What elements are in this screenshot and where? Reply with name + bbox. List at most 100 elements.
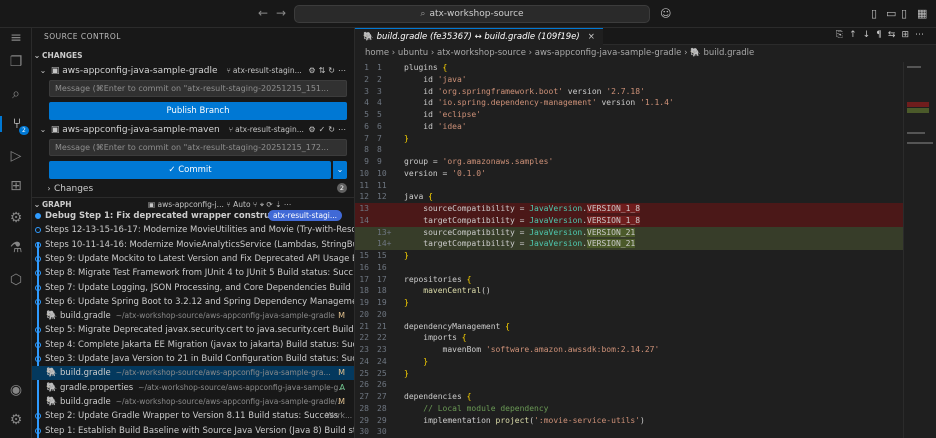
diff-added-line[interactable]: 13+ sourceCompatibility = JavaVersion.VE… [355,226,903,239]
explorer-icon[interactable]: ❐ [0,54,32,70]
customize-layout-icon[interactable]: ▦ [917,7,927,20]
code-line[interactable]: 7 7} [355,133,903,145]
breadcrumb-item[interactable]: build.gradle [704,48,755,58]
settings-gear-icon[interactable]: ⚙ [0,412,32,428]
line-number-modified: 27 [377,392,387,401]
forward-icon[interactable]: → [276,6,286,20]
menu-icon[interactable]: ≡ [0,30,32,46]
code-line[interactable]: 66 id 'idea' [355,121,903,133]
code-line[interactable]: 30 30 [355,426,903,438]
code-line[interactable]: 88 [355,144,903,156]
code-line[interactable]: 33 id 'org.springframework.boot' version… [355,86,903,98]
back-icon[interactable]: ← [258,6,268,20]
graph-file-row[interactable]: 🐘 build.gradle ~/atx-workshop-source/aws-a… [32,309,354,323]
search-icon[interactable]: ⌕ [0,86,32,102]
commit-message-input[interactable]: Message (⌘Enter to commit on "atx-result… [49,139,347,156]
breadcrumb-item[interactable]: home [365,48,389,58]
copilot-icon[interactable]: ☺ [660,7,671,20]
code-line[interactable]: 18 18 mavenCentral() [355,285,903,297]
diff-added-line[interactable]: 14+ targetCompatibility = JavaVersion.VE… [355,238,903,250]
code-line[interactable]: 22 id 'java' [355,74,903,86]
publish-branch-button[interactable]: Publish Branch [49,102,347,120]
minimap[interactable] [903,62,936,438]
graph-auto-label[interactable]: Auto [233,200,250,209]
branch-ref-badge[interactable]: atx-result-stagi... [268,210,343,221]
commit-button[interactable]: ✓ Commit [49,161,331,179]
graph-commit-row[interactable]: Step 6: Update Spring Boot to 3.2.12 and… [32,295,354,309]
command-center-search[interactable]: ⌕ atx-workshop-source [294,5,650,23]
tab-build-gradle-diff[interactable]: 🐘 build.gradle (fe35367) ↔ build.gradle (… [355,28,603,45]
breadcrumb-item[interactable]: atx-workshop-source [437,48,526,58]
repo-actions[interactable]: ⚙⇅↻⋯ [308,64,349,77]
graph-file-row[interactable]: 🐘 gradle.properties ~/atx-workshop-source/… [32,381,354,395]
branch-name[interactable]: atx-result-stagin... [233,66,302,75]
commit-dropdown-icon[interactable]: ⌄ [332,161,347,179]
code-line[interactable]: 24 24 } [355,356,903,368]
file-path: ~/atx-workshop-source/aws-appconfig-java… [138,382,346,392]
toggle-primary-sidebar-icon[interactable]: ▯ [871,7,877,20]
extensions-icon[interactable]: ⊞ [0,178,32,194]
graph-repo-filter[interactable]: aws-appconfig-j... [157,200,223,209]
toggle-secondary-sidebar-icon[interactable]: ▯ [901,7,907,20]
code-line[interactable]: 27 27 dependencies { [355,391,903,403]
code-line[interactable]: 19 19} [355,297,903,309]
code-line[interactable]: 11 11 [355,180,903,192]
graph-commit-row[interactable]: Step 7: Update Logging, JSON Processing,… [32,281,354,295]
diff-deleted-line[interactable]: 13 sourceCompatibility = JavaVersion.VER… [355,203,903,215]
graph-commit-row[interactable]: Steps 12-13-15-16-17: Modernize MovieUti… [32,223,354,237]
graph-commit-row[interactable]: Step 4: Complete Jakarta EE Migration (j… [32,338,354,352]
source-control-icon[interactable]: ⑂ 2 [0,116,32,135]
code-line[interactable]: 16 16 [355,262,903,274]
graph-file-row[interactable]: 🐘 build.gradle ~/atx-workshop-source/aws-a… [32,395,354,409]
repo-row-gradle[interactable]: ⌄ ▣ aws-appconfig-java-sample-gradle ⑂ at… [32,64,354,77]
repo-row-maven[interactable]: ⌄ ▣ aws-appconfig-java-sample-maven ⑂ atx… [32,123,354,136]
chevron-right-icon: › [47,184,51,193]
breadcrumb-item[interactable]: aws-appconfig-java-sample-gradle [535,48,682,58]
code-line[interactable]: 21 21 dependencyManagement { [355,321,903,333]
breadcrumb-item[interactable]: ubuntu [398,48,428,58]
code-line[interactable]: 9 9 group = 'org.amazonaws.samples' [355,156,903,168]
graph-commit-row[interactable]: Step 2: Update Gradle Wrapper to Version… [32,409,354,423]
code-line[interactable]: 1 1 plugins { [355,62,903,74]
code-line[interactable]: 25 25} [355,368,903,380]
code-line[interactable]: 20 20 [355,309,903,321]
code-line[interactable]: 17 17 repositories { [355,274,903,286]
graph-commit-row[interactable]: Step 9: Update Mockito to Latest Version… [32,252,354,266]
code-area[interactable]: 1 1 plugins {2 2 id 'java' 3 3 id 'org.spring… [355,62,903,438]
changes-section-header[interactable]: ⌄ CHANGES [32,49,354,62]
remote-icon[interactable]: ⚙ [0,210,32,226]
diff-deleted-line[interactable]: 14 targetCompatibility = JavaVersion.VER… [355,214,903,227]
close-icon[interactable]: × [588,32,595,42]
graph-commit-row[interactable]: Step 5: Migrate Deprecated javax.securit… [32,323,354,337]
toggle-panel-icon[interactable]: ▭ [886,7,896,20]
code-line[interactable]: 12 12 java { [355,191,903,203]
graph-commit-row[interactable]: Step 8: Migrate Test Framework from JUni… [32,266,354,280]
testing-icon[interactable]: ⚗ [0,240,32,256]
code-line[interactable]: 55 id 'eclipse' [355,109,903,121]
code-line[interactable]: 28 28 // Local module dependency [355,403,903,415]
graph-file-row[interactable]: 🐘 build.gradle ~/atx-workshop-source/aws-a… [32,366,354,381]
code-line[interactable]: 23 23 mavenBom 'software.amazon.awssdk:bo… [355,344,903,356]
code-line[interactable]: 15 15} [355,250,903,262]
account-icon[interactable]: ◉ [0,382,32,398]
branch-name[interactable]: atx-result-stagin... [235,125,304,134]
graph-commit-row[interactable]: Steps 10-11-14-16: Modernize MovieAnalyt… [32,238,354,252]
graph-commit-row[interactable]: Step 3: Update Java Version to 21 in Bui… [32,352,354,366]
commit-message-input[interactable]: Message (⌘Enter to commit on "atx-result… [49,80,347,97]
code-line[interactable]: 26 26 [355,379,903,391]
graph-commit-row[interactable]: Debug Step 1: Fix deprecated wrapper con… [32,209,354,223]
line-number-modified: 25 [377,368,387,378]
run-debug-icon[interactable]: ▷ [0,148,32,164]
repo-actions[interactable]: ⚙✓↻⋯ [308,123,349,136]
line-number: 14 [359,215,369,225]
changes-group[interactable]: › Changes 2 [32,182,354,195]
graph-commit-row[interactable]: Step 1: Establish Build Baseline with So… [32,424,354,438]
code-line[interactable]: 22 22 imports { [355,332,903,344]
code-line[interactable]: 29 29 implementation project(':movie-serv… [355,415,903,427]
sidebar-title: SOURCE CONTROL [44,32,121,41]
code-line[interactable]: 10 10 version = '0.1.0' [355,168,903,180]
aws-icon[interactable]: ⬡ [0,272,32,288]
code-line[interactable]: 44 id 'io.spring.dependency-management' … [355,97,903,109]
editor-toolbar[interactable]: ⎘↑↓¶⇆⊞⋯ [836,30,930,40]
line-number-modified: 9 [377,157,382,166]
